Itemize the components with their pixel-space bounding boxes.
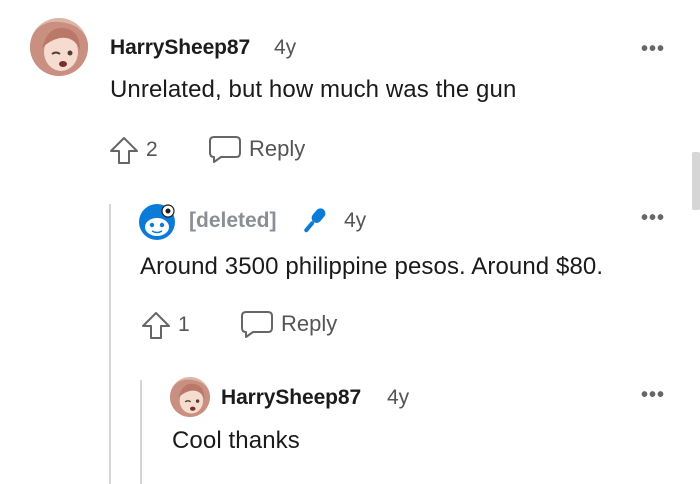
anime-avatar-icon: [30, 18, 88, 76]
upvote-button[interactable]: [108, 134, 140, 166]
comment-age: 4y: [274, 36, 297, 59]
comment-author[interactable]: HarrySheep87: [110, 36, 250, 60]
comment-author[interactable]: HarrySheep87: [221, 386, 361, 410]
speech-bubble-icon: [209, 136, 241, 163]
anime-avatar-icon: [170, 377, 210, 417]
thread-line[interactable]: [109, 204, 111, 484]
reply-button[interactable]: Reply: [240, 307, 350, 341]
more-options-icon[interactable]: •••: [641, 384, 665, 407]
more-options-icon[interactable]: •••: [641, 38, 665, 61]
reddit-snoo-icon: [139, 204, 175, 240]
upvote-arrow-icon: [142, 312, 170, 339]
thread-line[interactable]: [140, 380, 142, 484]
microphone-icon: [297, 204, 331, 238]
user-avatar[interactable]: [30, 18, 88, 76]
comment-author: [deleted]: [189, 209, 277, 232]
vote-count: 1: [178, 313, 190, 336]
more-options-icon[interactable]: •••: [641, 207, 665, 230]
scrollbar-thumb[interactable]: [692, 152, 700, 210]
upvote-button[interactable]: [140, 309, 172, 341]
comment-body: Cool thanks: [172, 427, 300, 454]
upvote-arrow-icon: [110, 137, 138, 164]
user-avatar[interactable]: [138, 203, 176, 241]
comment-age: 4y: [344, 209, 367, 232]
comment-body: Around 3500 philippine pesos. Around $80…: [140, 253, 604, 280]
vote-count: 2: [146, 138, 158, 161]
speech-bubble-icon: [241, 311, 273, 338]
reply-button[interactable]: Reply: [208, 132, 318, 166]
reply-label: Reply: [281, 311, 338, 336]
comment-body: Unrelated, but how much was the gun: [110, 76, 517, 103]
user-avatar[interactable]: [170, 377, 210, 417]
comment-age: 4y: [387, 386, 410, 409]
reply-label: Reply: [249, 136, 306, 161]
